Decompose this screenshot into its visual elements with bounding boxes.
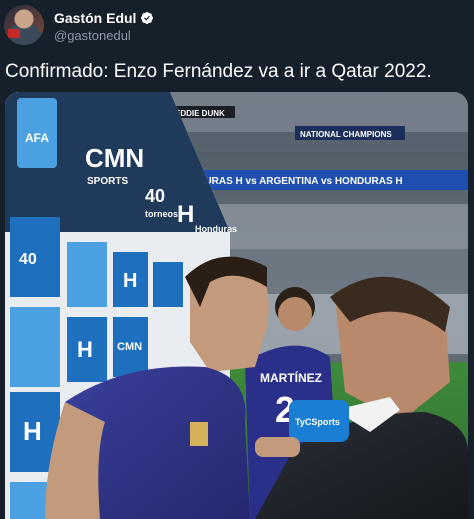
cmn-logo-text: CMN <box>85 143 144 173</box>
tile-forty-text: 40 <box>19 251 37 268</box>
author-handle[interactable]: @gastonedul <box>54 28 131 43</box>
torneos-logo-text: torneos <box>145 209 178 219</box>
eddie-banner-text: EDDIE DUNK <box>175 109 225 118</box>
tweet-header: Gastón Edul @gastonedul <box>0 0 474 52</box>
tile-cmn-text: CMN <box>117 341 142 353</box>
sports-logo-text: SPORTS <box>87 176 128 187</box>
flag-pin-icon <box>8 29 20 38</box>
afa-shirt-crest-icon <box>190 422 208 446</box>
player-back-name: MARTÍNEZ <box>260 370 322 385</box>
tile-h-text-3: H <box>23 416 42 446</box>
microphone-label: TyCSports <box>295 417 340 427</box>
honduras-logo-text: Honduras <box>195 224 237 234</box>
champions-banner-text: NATIONAL CHAMPIONS <box>300 130 392 139</box>
tile-h-text-2: H <box>77 337 93 362</box>
tweet-body-text: Confirmado: Enzo Fernández va a ir a Qat… <box>5 61 432 82</box>
afa-crest-text: AFA <box>25 131 49 145</box>
tweet-photo[interactable]: EDDIE DUNK NATIONAL CHAMPIONS HONDURAS H… <box>5 92 468 519</box>
verified-badge-icon <box>140 11 154 25</box>
tweet-card: Gastón Edul @gastonedul Confirmado: Enzo… <box>0 0 474 519</box>
author-avatar[interactable] <box>4 5 44 45</box>
tile-h-text-1: H <box>123 270 137 292</box>
honduras-h-logo-text: H <box>177 201 194 228</box>
author-display-name[interactable]: Gastón Edul <box>54 10 136 26</box>
author-name-row[interactable]: Gastón Edul <box>54 9 154 27</box>
forty-logo-text: 40 <box>145 186 165 206</box>
